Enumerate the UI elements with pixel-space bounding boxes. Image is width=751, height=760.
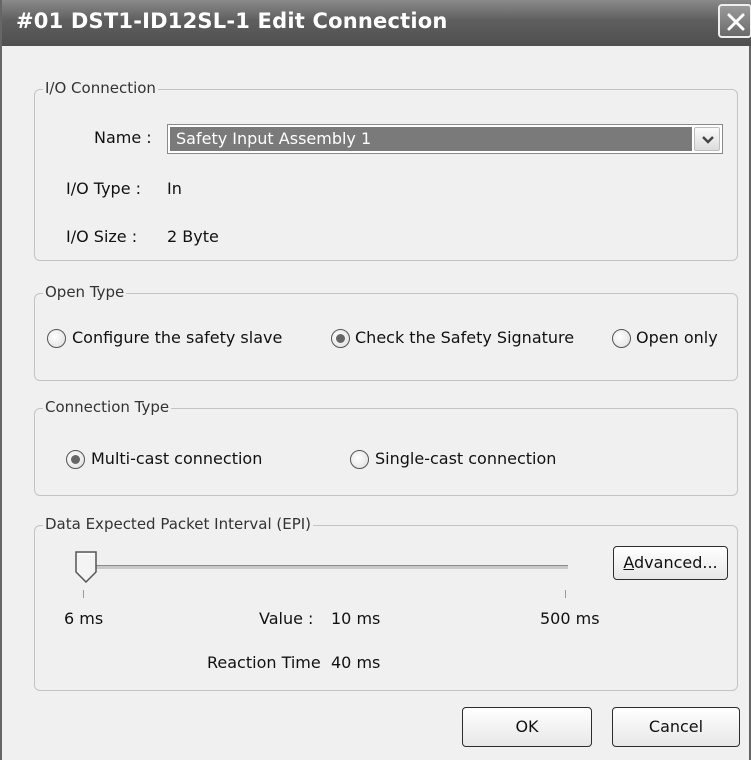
dropdown-button[interactable] [694,127,720,151]
io-type-label: I/O Type : [66,179,142,198]
epi-min-label: 6 ms [64,609,104,628]
name-select-value: Safety Input Assembly 1 [170,127,692,151]
io-type-value: In [167,179,182,198]
radio-configure-safety-slave-label[interactable]: Configure the safety slave [72,328,282,347]
advanced-button[interactable]: Advanced... [613,546,728,580]
chevron-down-icon [702,136,714,144]
io-size-value: 2 Byte [167,227,219,246]
open-type-legend: Open Type [43,283,127,301]
reaction-time-label: Reaction Time [207,653,321,672]
io-connection-legend: I/O Connection [43,79,158,97]
connection-type-legend: Connection Type [43,398,172,416]
io-size-label: I/O Size : [66,227,138,246]
epi-value-label: Value : [259,609,314,628]
cancel-button-label: Cancel [648,717,704,736]
radio-open-only[interactable] [612,329,631,348]
io-connection-group: I/O Connection [34,79,738,261]
window-title: #01 DST1-ID12SL-1 Edit Connection [16,9,448,33]
ok-button[interactable]: OK [462,707,592,747]
advanced-accel-key: A [623,553,635,572]
epi-legend: Data Expected Packet Interval (EPI) [43,515,314,533]
title-bar[interactable]: #01 DST1-ID12SL-1 Edit Connection [2,0,751,46]
radio-configure-safety-slave[interactable] [47,329,66,348]
advanced-button-label: dvanced... [634,553,718,572]
cancel-button[interactable]: Cancel [612,707,740,747]
radio-multi-cast-label[interactable]: Multi-cast connection [91,449,262,468]
ok-button-label: OK [515,717,539,736]
radio-multi-cast[interactable] [66,450,85,469]
slider-tick-max [565,590,566,598]
radio-check-safety-signature-label[interactable]: Check the Safety Signature [355,328,574,347]
close-button[interactable] [718,4,751,38]
radio-single-cast[interactable] [350,450,369,469]
epi-value: 10 ms [331,609,381,628]
name-label: Name : [94,128,152,147]
name-select[interactable]: Safety Input Assembly 1 [167,124,723,154]
epi-max-label: 500 ms [540,609,600,628]
reaction-time-value: 40 ms [331,653,381,672]
radio-open-only-label[interactable]: Open only [636,328,718,347]
epi-slider-thumb[interactable] [74,551,98,583]
edit-connection-dialog: #01 DST1-ID12SL-1 Edit Connection I/O Co… [0,0,751,760]
radio-check-safety-signature[interactable] [331,329,350,348]
close-icon [727,13,745,31]
radio-single-cast-label[interactable]: Single-cast connection [375,449,556,468]
slider-tick-min [83,590,84,598]
epi-slider-track[interactable] [84,565,568,569]
